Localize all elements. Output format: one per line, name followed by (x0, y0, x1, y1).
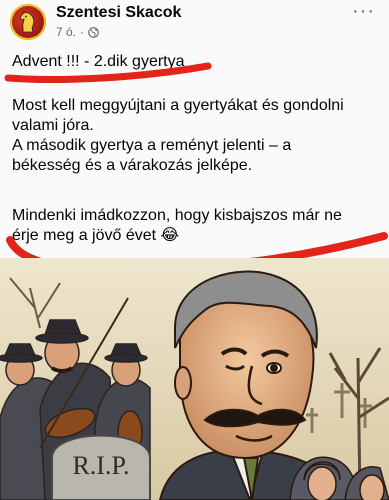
paragraph-1: Most kell meggyújtani a gyertyákat és go… (12, 96, 382, 176)
paragraph-1-line-2: valami jóra. (12, 117, 94, 134)
paragraph-1-line-4: békesség és a várakozás jelképe. (12, 157, 253, 174)
paragraph-2-line-2: érje meg a jövő évet 😂 (12, 227, 180, 244)
post-title: Advent !!! - 2.dik gyertya (12, 53, 185, 70)
paragraph-2: Mindenki imádkozzon, hogy kisbajszos már… (12, 206, 382, 246)
paragraph-2-line-1: Mindenki imádkozzon, hogy kisbajszos már… (12, 207, 342, 224)
post-image[interactable]: R.I.P. (0, 258, 389, 500)
post-text: Advent !!! - 2.dik gyertya Most kell meg… (0, 0, 389, 258)
caricature-illustration: R.I.P. (0, 258, 389, 500)
paragraph-1-line-1: Most kell meggyújtani a gyertyákat és go… (12, 97, 344, 114)
paragraph-1-line-3: A második gyertya a reményt jelenti – a (12, 137, 292, 154)
tombstone-text: R.I.P. (72, 451, 129, 480)
tombstone: R.I.P. (51, 434, 151, 500)
